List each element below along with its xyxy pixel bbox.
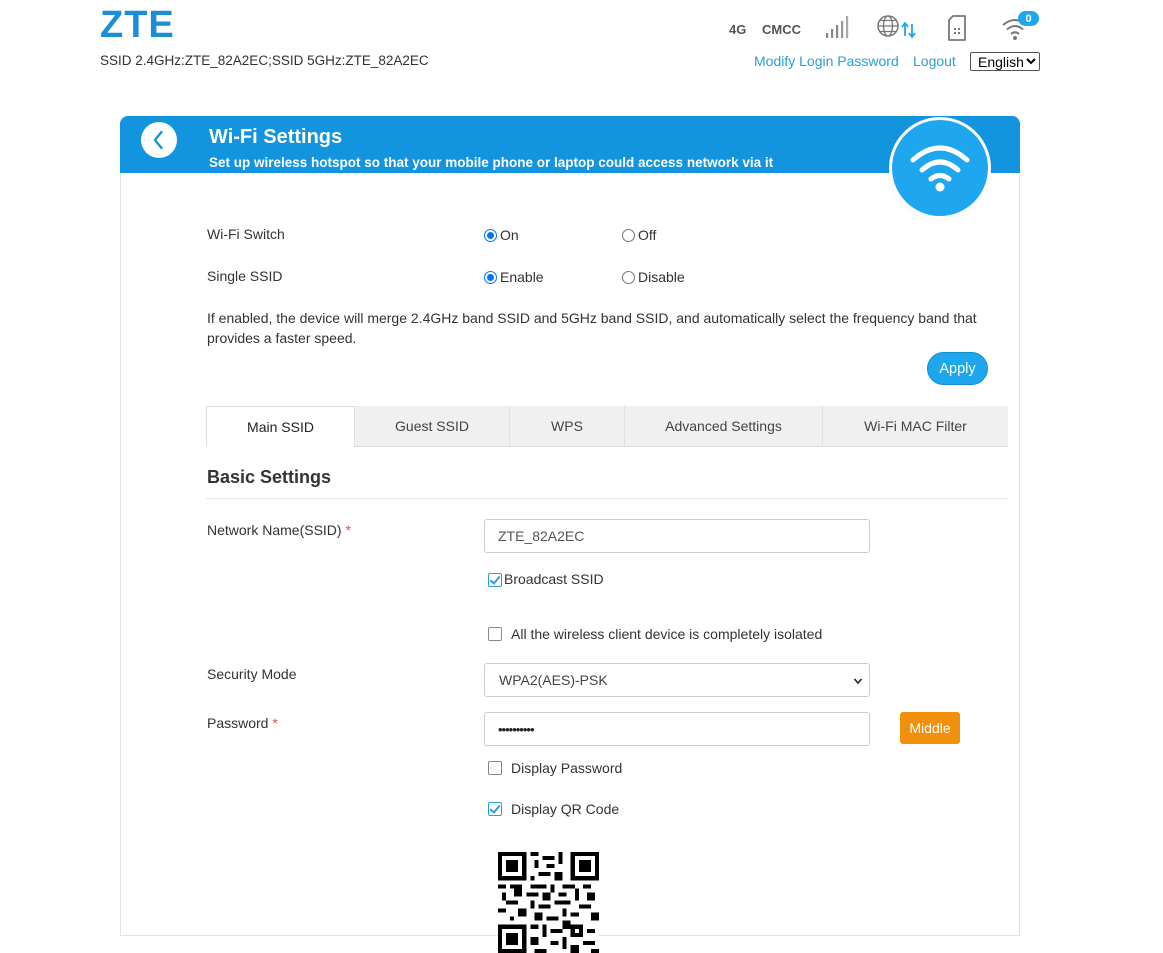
- chevron-down-icon: [853, 678, 863, 685]
- ssid-summary: SSID 2.4GHz:ZTE_82A2EC;SSID 5GHz:ZTE_82A…: [100, 53, 429, 68]
- wifi-badge: [892, 120, 988, 216]
- zte-logo: ZTE: [100, 4, 175, 46]
- broadcast-ssid-checkbox[interactable]: Broadcast SSID: [488, 571, 604, 587]
- page-title: Wi-Fi Settings: [209, 126, 343, 148]
- wifi-switch-on-radio[interactable]: On: [484, 227, 519, 243]
- radio-label: On: [500, 227, 519, 243]
- page-subtitle: Set up wireless hotspot so that your mob…: [209, 155, 774, 170]
- logout-link[interactable]: Logout: [913, 53, 956, 69]
- broadcast-ssid-label: Broadcast SSID: [504, 571, 604, 587]
- tab-guest-ssid[interactable]: Guest SSID: [355, 406, 510, 446]
- qr-code-image: [498, 852, 599, 953]
- radio-on-indicator[interactable]: [484, 228, 497, 242]
- display-qr-label: Display QR Code: [511, 801, 620, 817]
- tab-advanced-settings[interactable]: Advanced Settings: [625, 406, 823, 446]
- display-qr-checkbox[interactable]: Display QR Code: [488, 801, 619, 817]
- network-type: 4G: [729, 22, 747, 37]
- display-password-check[interactable]: [488, 761, 502, 775]
- security-mode-value: WPA2(AES)-PSK: [499, 672, 608, 688]
- password-label: Password *: [207, 715, 278, 731]
- security-mode-select[interactable]: WPA2(AES)-PSK: [484, 663, 870, 697]
- signal-bars-icon: [826, 16, 849, 38]
- password-input[interactable]: ••••••••••: [484, 712, 870, 746]
- wifi-switch-label: Wi-Fi Switch: [207, 226, 285, 242]
- radio-enable-indicator[interactable]: [484, 270, 497, 284]
- broadcast-ssid-check[interactable]: [488, 573, 502, 587]
- language-select[interactable]: English: [970, 52, 1040, 71]
- sim-card-icon: [948, 15, 966, 41]
- security-mode-label: Security Mode: [207, 666, 297, 682]
- back-chevron-icon: [153, 130, 163, 150]
- tab-wps[interactable]: WPS: [510, 406, 625, 446]
- apply-button[interactable]: Apply: [927, 352, 988, 385]
- display-qr-check[interactable]: [488, 802, 502, 816]
- wifi-large-icon: [910, 145, 970, 192]
- network-name-label: Network Name(SSID) *: [207, 522, 351, 538]
- globe-transfer-icon: [877, 15, 916, 39]
- single-ssid-description: If enabled, the device will merge 2.4GHz…: [207, 310, 977, 346]
- single-ssid-disable-radio[interactable]: Disable: [622, 269, 685, 285]
- radio-label: Disable: [638, 269, 685, 285]
- single-ssid-enable-radio[interactable]: Enable: [484, 269, 544, 285]
- display-password-label: Display Password: [511, 760, 623, 776]
- section-divider: [206, 498, 1008, 499]
- display-password-checkbox[interactable]: Display Password: [488, 760, 622, 776]
- wifi-clients-badge: 0: [1018, 11, 1039, 26]
- radio-disable-indicator[interactable]: [622, 270, 635, 284]
- modify-login-password-link[interactable]: Modify Login Password: [754, 53, 899, 69]
- wifi-switch-off-radio[interactable]: Off: [622, 227, 656, 243]
- single-ssid-label: Single SSID: [207, 268, 283, 284]
- carrier-name: CMCC: [762, 22, 801, 37]
- basic-settings-title: Basic Settings: [207, 467, 332, 487]
- client-isolation-check[interactable]: [488, 627, 502, 641]
- required-mark: *: [345, 522, 351, 538]
- radio-off-indicator[interactable]: [622, 228, 635, 242]
- back-button[interactable]: [141, 122, 177, 158]
- client-isolation-label: All the wireless client device is comple…: [511, 626, 823, 642]
- password-label-text: Password: [207, 715, 269, 731]
- radio-label: Enable: [500, 269, 544, 285]
- ssid-tabs: Main SSID Guest SSID WPS Advanced Settin…: [206, 406, 1008, 447]
- tab-wifi-mac-filter[interactable]: Wi-Fi MAC Filter: [823, 406, 1008, 446]
- radio-label: Off: [638, 227, 657, 243]
- network-name-label-text: Network Name(SSID): [207, 522, 342, 538]
- client-isolation-checkbox[interactable]: All the wireless client device is comple…: [488, 626, 822, 642]
- password-strength-indicator: Middle: [900, 712, 960, 744]
- tab-main-ssid[interactable]: Main SSID: [206, 406, 355, 447]
- network-name-input[interactable]: [484, 519, 870, 553]
- required-mark: *: [272, 715, 278, 731]
